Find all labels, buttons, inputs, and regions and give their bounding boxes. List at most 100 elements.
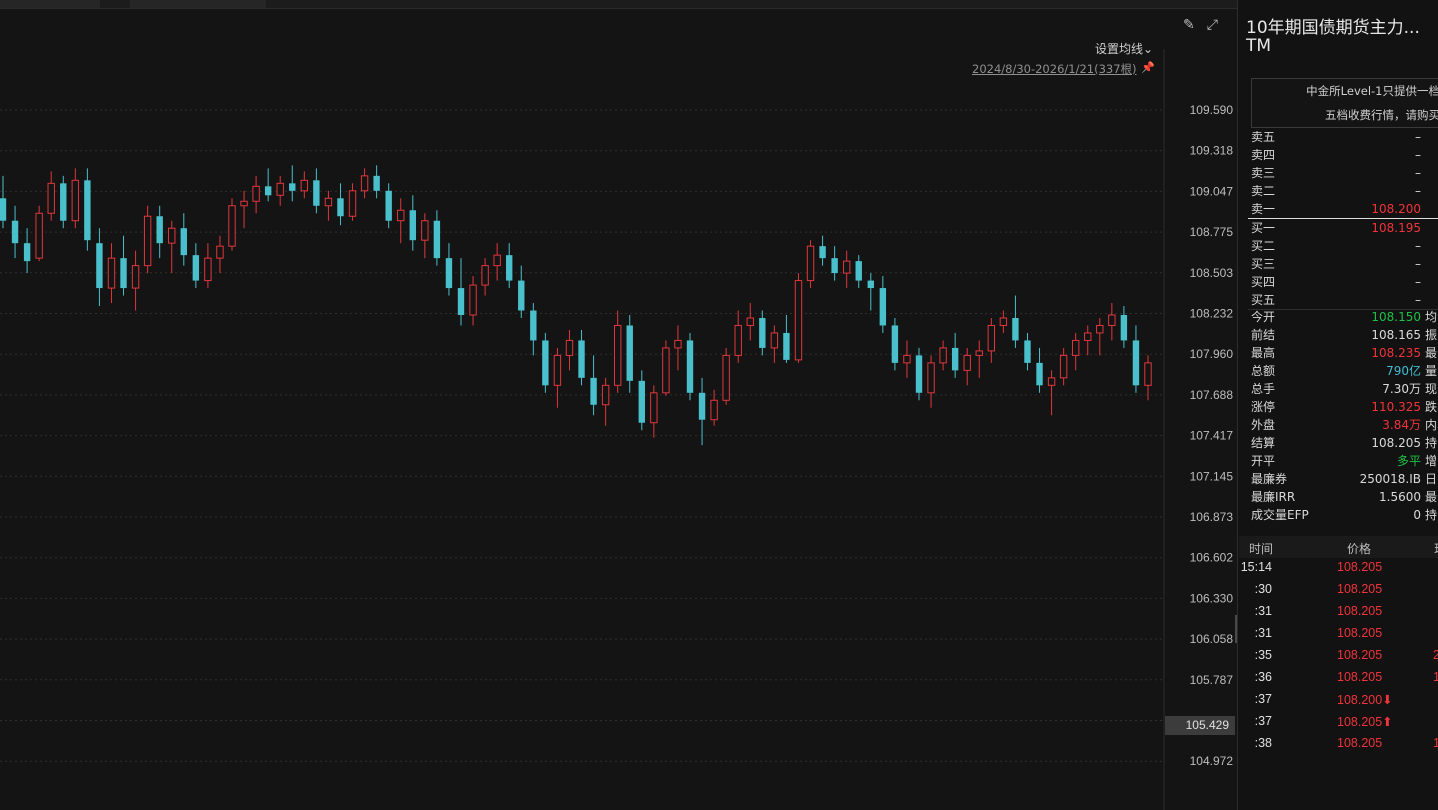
candle: [746, 303, 754, 341]
candle: [794, 273, 803, 363]
candle: [722, 347, 730, 405]
stat-value: 0: [1413, 508, 1421, 522]
candle-body: [252, 185, 260, 202]
candle-body: [289, 183, 296, 191]
bid-value: 108.195: [1371, 221, 1421, 235]
tab-1[interactable]: [0, 0, 100, 8]
tick-price: 108.205: [1337, 582, 1383, 596]
candle-body: [939, 347, 947, 364]
bid-label: 买五: [1251, 293, 1276, 307]
ticks-header-extra: 现: [1434, 540, 1438, 557]
candle-body: [674, 339, 682, 349]
candle-body: [96, 243, 103, 289]
candle-body: [987, 324, 996, 352]
candle-body: [518, 280, 525, 311]
stat-extra: 日: [1425, 472, 1438, 486]
stat-value: 250018.IB: [1359, 472, 1421, 486]
candle: [578, 329, 585, 386]
stat-value: 3.84万: [1382, 418, 1421, 432]
candle-body: [662, 347, 670, 394]
candle: [963, 347, 971, 386]
candle: [300, 171, 309, 199]
candle: [759, 310, 766, 356]
ask-value: –: [1415, 130, 1421, 144]
candle-body: [698, 392, 706, 420]
symbol-title[interactable]: 10年期国债期货主力...: [1246, 13, 1420, 38]
candle-body: [963, 354, 971, 371]
stat-row: 外盘 3.84万内: [1251, 416, 1438, 434]
tab-2[interactable]: [130, 0, 266, 8]
candle-body: [879, 288, 887, 326]
candle-body: [855, 261, 862, 281]
kline-chart[interactable]: 109.590 109.318 109.047 108.775 108.503 108.2…: [0, 9, 1236, 810]
stat-label: 总额: [1251, 364, 1276, 378]
tick-row[interactable]: :30 108.205: [1238, 582, 1438, 604]
candle: [360, 168, 369, 199]
candle-body: [542, 340, 549, 386]
stat-row: 今开 108.150 均: [1251, 308, 1438, 326]
candle-body: [1084, 332, 1092, 341]
candle-body: [457, 288, 465, 315]
pin-icon[interactable]: 📌: [1141, 61, 1155, 74]
tick-row[interactable]: :31 108.205: [1238, 604, 1438, 626]
candle-body: [385, 190, 392, 221]
candle: [806, 240, 815, 289]
tick-row[interactable]: 15:14 108.205: [1238, 560, 1438, 582]
stat-extra: 持: [1425, 508, 1438, 522]
candle-body: [613, 324, 622, 386]
candle: [60, 175, 67, 229]
candle-body: [107, 257, 116, 289]
bid-row: 买一 108.195: [1251, 219, 1438, 237]
stat-extra: 量: [1425, 364, 1438, 378]
price-axis-label: 107.145: [1190, 469, 1234, 483]
tick-volume: 1: [1433, 670, 1438, 684]
chart-toolbar: ✎ ⤢: [1183, 17, 1218, 33]
tick-row[interactable]: :38 108.205 1: [1238, 736, 1438, 758]
candle: [107, 243, 116, 304]
candle-body: [1144, 362, 1152, 386]
candle-body: [228, 205, 236, 247]
tick-row[interactable]: :36 108.205 1: [1238, 670, 1438, 692]
tick-price: 108.205: [1337, 648, 1383, 662]
bid-label: 买四: [1251, 275, 1276, 289]
candle: [409, 195, 416, 251]
moving-average-settings-button[interactable]: 设置均线⌄: [1095, 40, 1153, 57]
stat-label: 成交量EFP: [1251, 508, 1309, 522]
candle-body: [421, 220, 429, 241]
stat-label: 最廉券: [1251, 472, 1288, 486]
price-axis-label: 105.787: [1190, 673, 1234, 687]
candle: [120, 235, 127, 296]
candle: [35, 205, 43, 262]
ask-row: 卖四 –: [1251, 146, 1438, 164]
fullscreen-icon[interactable]: ⤢: [1207, 17, 1218, 33]
candle: [891, 317, 899, 371]
notice-line-1: 中金所Level-1只提供一档: [1306, 84, 1438, 98]
tick-row[interactable]: :35 108.205 2: [1238, 648, 1438, 670]
ask-label: 卖五: [1251, 130, 1276, 144]
candle: [289, 165, 296, 202]
candle-body: [60, 183, 67, 221]
stat-value: 108.150: [1371, 310, 1421, 324]
candle-body: [300, 179, 309, 192]
draw-pen-icon[interactable]: ✎: [1183, 17, 1195, 33]
candle: [613, 310, 622, 393]
bid-row: 买三 –: [1251, 255, 1438, 273]
kline-chart-panel[interactable]: 109.590 109.318 109.047 108.775 108.503 108.2…: [0, 9, 1236, 810]
price-axis-label: 106.058: [1190, 632, 1234, 646]
candle-body: [927, 362, 935, 394]
ask-value: –: [1415, 184, 1421, 198]
candle-body: [759, 317, 766, 348]
candle: [204, 243, 212, 289]
bid-row: 买五 –: [1251, 291, 1438, 309]
candle-body: [601, 384, 610, 406]
tick-row[interactable]: :31 108.205: [1238, 626, 1438, 648]
candle: [867, 273, 874, 311]
candle-body: [1036, 362, 1043, 386]
candle-body: [1012, 317, 1019, 341]
tick-row[interactable]: :37 108.200⬇: [1238, 692, 1438, 714]
stat-label: 今开: [1251, 310, 1276, 324]
stat-label: 最高: [1251, 346, 1276, 360]
date-range-label[interactable]: 2024/8/30-2026/1/21(337根): [972, 61, 1137, 77]
tick-row[interactable]: :37 108.205⬆: [1238, 714, 1438, 736]
level1-notice[interactable]: 中金所Level-1只提供一档 五档收费行情，请购买: [1251, 78, 1438, 128]
